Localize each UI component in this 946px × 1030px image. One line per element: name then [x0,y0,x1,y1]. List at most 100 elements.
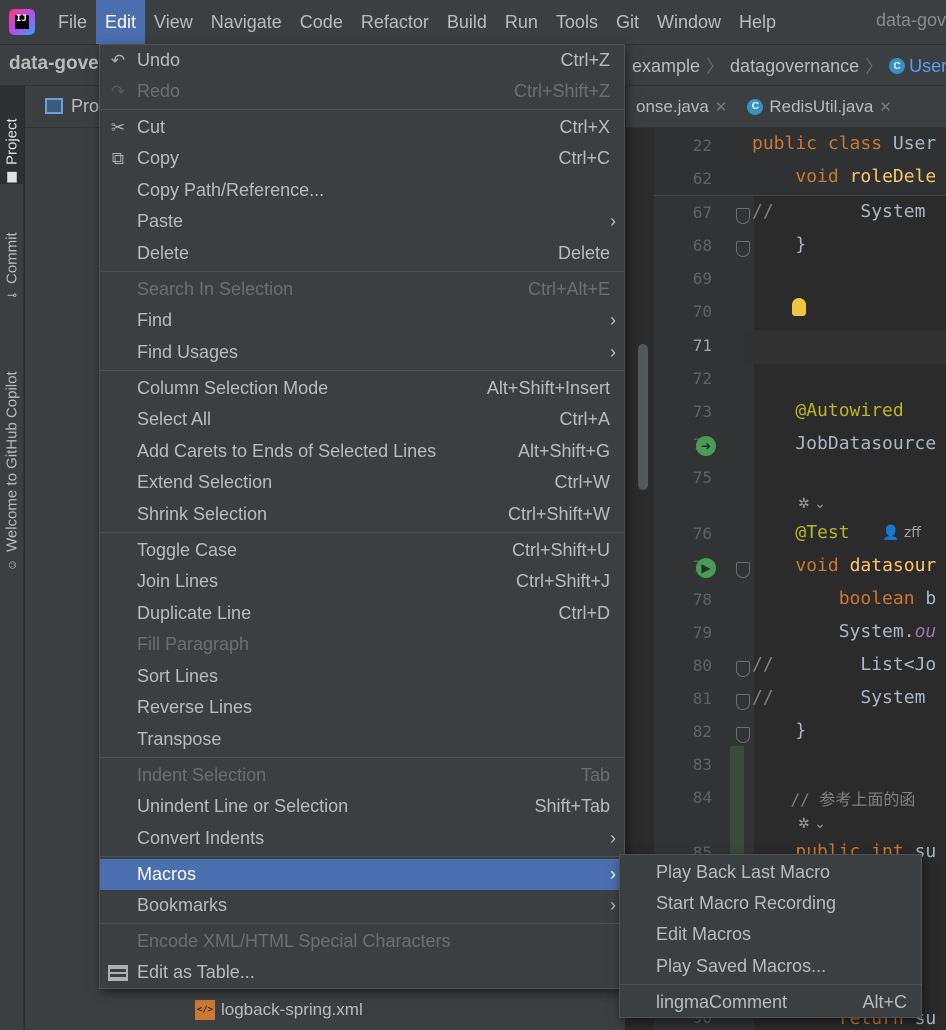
menu-item-find-usages[interactable]: Find Usages › [100,337,624,368]
editor-tab-label: RedisUtil.java [769,96,874,116]
menu-file[interactable]: File [49,0,96,44]
menu-item-transpose[interactable]: Transpose [100,724,624,755]
tool-tab-project[interactable]: ▆ Project [0,86,24,184]
copilot-icon: ☺ [5,558,19,572]
fold-marker-icon[interactable] [736,694,750,710]
menu-item-column-selection[interactable]: Column Selection Mode Alt+Shift+Insert [100,373,624,404]
line-number: 75 [692,468,712,487]
menu-item-label: Transpose [137,729,222,749]
menu-item-duplicate-line[interactable]: Duplicate Line Ctrl+D [100,598,624,629]
menu-item-join-lines[interactable]: Join Lines Ctrl+Shift+J [100,566,624,597]
project-breadcrumb[interactable]: data-gove [9,53,99,75]
menu-item-delete[interactable]: Delete Delete [100,238,624,269]
menu-item-reverse-lines[interactable]: Reverse Lines [100,692,624,723]
menu-item-shortcut: Ctrl+C [558,148,610,168]
fold-marker-icon[interactable] [736,661,750,677]
window-title: data-gov [875,10,946,30]
menu-help[interactable]: Help [730,0,785,44]
menu-item-toggle-case[interactable]: Toggle Case Ctrl+Shift+U [100,535,624,566]
menu-item-copy[interactable]: ⧉ Copy Ctrl+C [100,143,624,174]
sticky-lines: 22 public class User 62 void roleDele [654,128,946,196]
menu-item-bookmarks[interactable]: Bookmarks › [100,890,624,921]
menu-view[interactable]: View [145,0,202,44]
navigate-bean-icon[interactable]: ➜ [696,436,716,456]
menu-git[interactable]: Git [607,0,648,44]
menu-refactor[interactable]: Refactor [352,0,438,44]
breadcrumb-item[interactable]: datagovernance [730,56,859,77]
menu-item-label: Reverse Lines [137,697,253,717]
fold-marker-icon[interactable] [736,727,750,743]
fold-marker-icon[interactable] [736,241,750,257]
project-panel-title[interactable]: Pro [71,96,99,117]
menu-run[interactable]: Run [496,0,547,44]
close-icon[interactable]: ✕ [715,98,728,116]
menu-item-find[interactable]: Find › [100,305,624,336]
sticky-line[interactable]: void roleDele [752,166,936,187]
menu-item-cut[interactable]: ✂ Cut Ctrl+X [100,112,624,143]
tool-tab-copilot[interactable]: ☺ Welcome to GitHub Copilot [0,331,24,576]
macros-submenu: Play Back Last Macro Start Macro Recordi… [619,854,922,1018]
menu-build[interactable]: Build [438,0,496,44]
vcs-change-marker [730,746,744,866]
redo-icon: ↷ [110,81,126,101]
project-view-icon [45,98,63,114]
menu-window[interactable]: Window [648,0,730,44]
menu-code[interactable]: Code [291,0,352,44]
class-icon: C [747,98,764,115]
menu-item-extend-selection[interactable]: Extend Selection Ctrl+W [100,467,624,498]
menu-item-add-carets[interactable]: Add Carets to Ends of Selected Lines Alt… [100,436,624,467]
menu-item-play-saved-macros[interactable]: Play Saved Macros... [620,951,921,982]
fold-marker-icon[interactable] [736,562,750,578]
menu-item-edit-as-table[interactable]: Edit as Table... [100,957,624,988]
breadcrumb-item[interactable]: example [632,56,700,77]
fold-marker-icon[interactable] [736,208,750,224]
tree-item[interactable]: </> logback-spring.xml [195,1000,363,1020]
lightbulb-icon[interactable] [792,298,806,316]
menu-item-sort-lines[interactable]: Sort Lines [100,661,624,692]
menu-item-label: Edit as Table... [137,962,255,982]
menu-item-edit-macros[interactable]: Edit Macros [620,919,921,950]
menu-item-unindent[interactable]: Unindent Line or Selection Shift+Tab [100,791,624,822]
menu-item-convert-indents[interactable]: Convert Indents › [100,823,624,854]
menu-item-label: Indent Selection [137,765,267,785]
close-icon[interactable]: ✕ [879,98,892,116]
editor-tab[interactable]: onse.java ✕ [626,86,737,128]
submenu-arrow-icon: › [610,895,616,915]
menu-item-undo[interactable]: ↶ Undo Ctrl+Z [100,45,624,76]
editor-tab-bar: onse.java ✕ C RedisUtil.java ✕ [626,86,946,128]
tool-tab-commit[interactable]: ⊸ Commit [0,204,24,304]
run-test-icon[interactable]: ▶ [696,558,716,578]
menu-edit[interactable]: Edit [96,0,146,44]
menu-item-play-back-last-macro[interactable]: Play Back Last Macro [620,857,921,888]
editor-tab[interactable]: C RedisUtil.java ✕ [737,86,902,128]
menu-item-lingma-comment[interactable]: lingmaComment Alt+C [620,987,921,1018]
ai-assist-icon[interactable]: ✲ ⌄ [798,496,826,512]
menu-item-shrink-selection[interactable]: Shrink Selection Ctrl+Shift+W [100,499,624,530]
menu-navigate[interactable]: Navigate [202,0,291,44]
menu-item-redo[interactable]: ↷ Redo Ctrl+Shift+Z [100,76,624,107]
menu-item-shortcut: Ctrl+W [554,472,611,492]
line-number: 62 [692,169,712,188]
sticky-line[interactable]: public class User [752,133,936,154]
folder-icon: ▆ [7,168,17,183]
menu-item-paste[interactable]: Paste › [100,206,624,237]
submenu-arrow-icon: › [610,342,616,362]
menu-item-fill-paragraph[interactable]: Fill Paragraph [100,629,624,660]
breadcrumb-separator-icon: 〉 [706,57,725,77]
caret-row-highlight [744,330,946,364]
menu-item-indent-selection[interactable]: Indent Selection Tab [100,760,624,791]
menu-scrollbar[interactable] [638,344,648,490]
line-number: 70 [692,302,712,321]
menu-item-encode-xml[interactable]: Encode XML/HTML Special Characters [100,926,624,957]
user-icon: 👤 [882,525,900,541]
menu-item-search-in-selection[interactable]: Search In Selection Ctrl+Alt+E [100,274,624,305]
menu-item-start-macro-recording[interactable]: Start Macro Recording [620,888,921,919]
menu-tools[interactable]: Tools [547,0,607,44]
menu-item-select-all[interactable]: Select All Ctrl+A [100,404,624,435]
ai-assist-icon[interactable]: ✲ ⌄ [798,816,826,832]
breadcrumb-current[interactable]: C User [889,56,946,77]
menu-item-label: Redo [137,81,181,101]
code-comment: // 参考上面的函 [752,786,916,810]
menu-item-macros[interactable]: Macros › [100,859,624,890]
menu-item-copy-path[interactable]: Copy Path/Reference... [100,175,624,206]
